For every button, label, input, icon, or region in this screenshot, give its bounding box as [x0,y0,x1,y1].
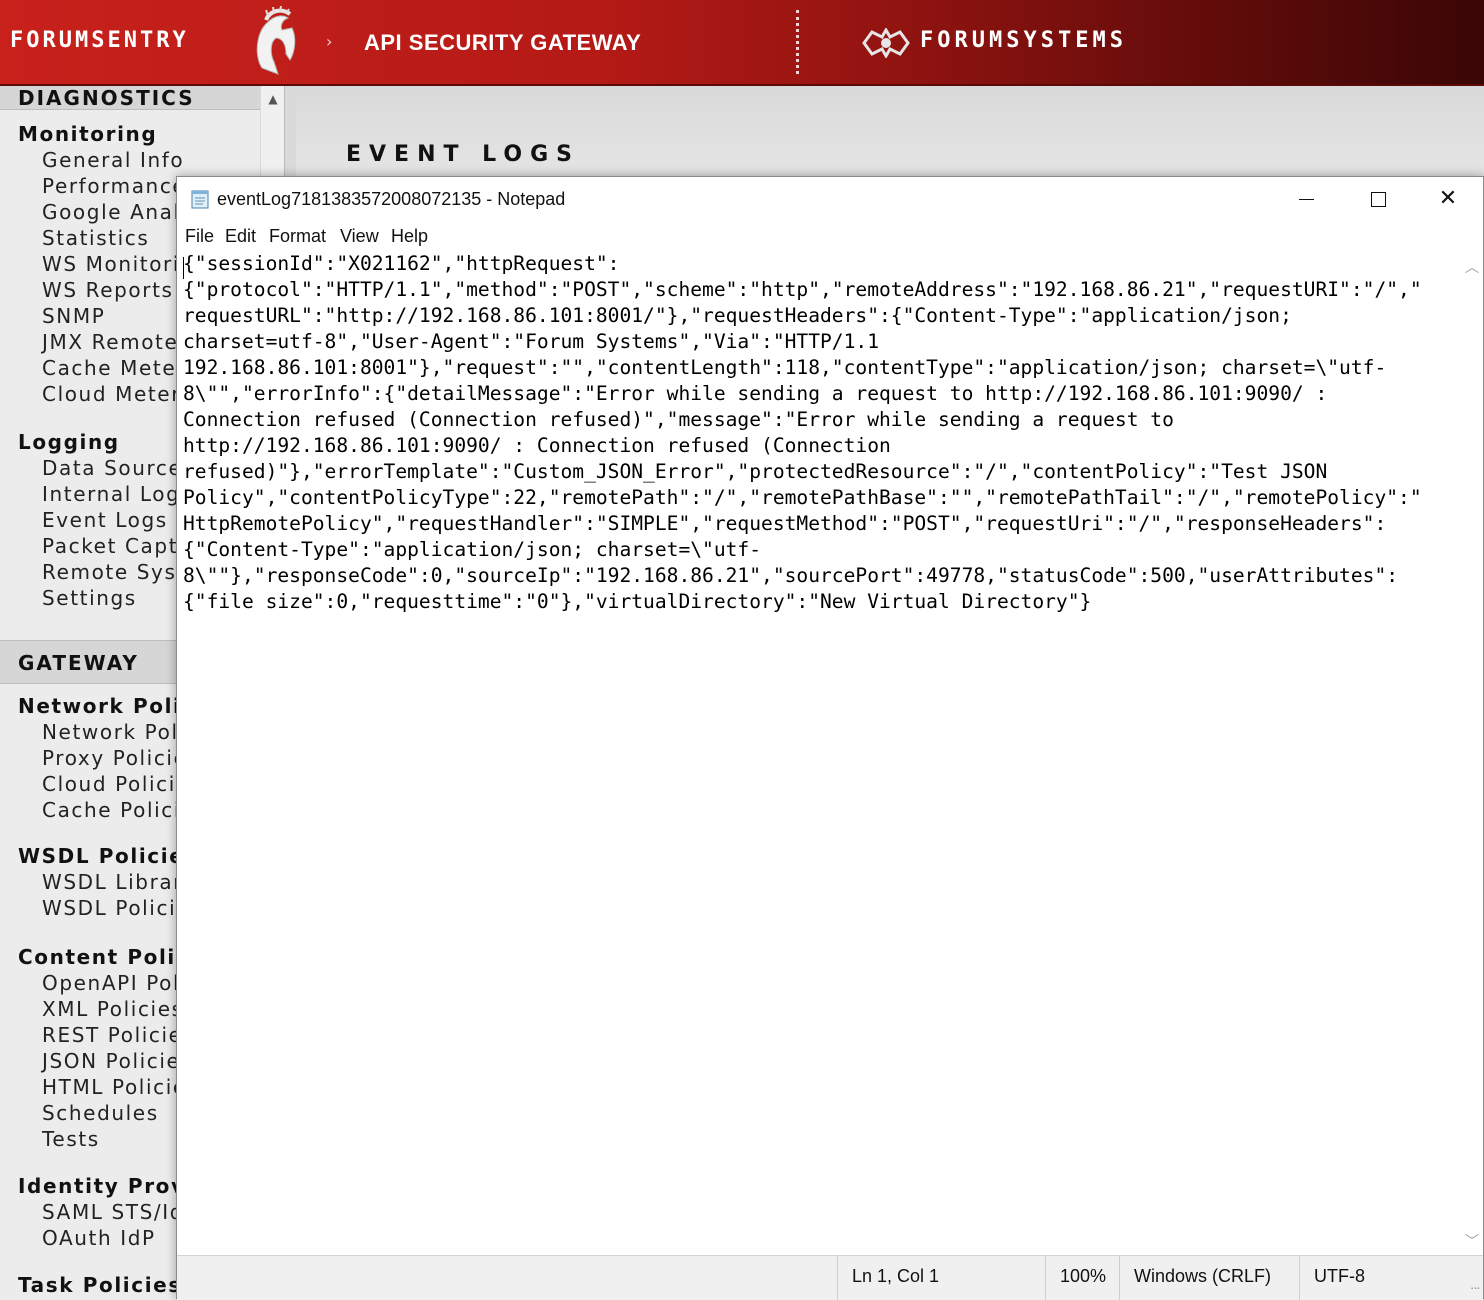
nav-item-general-info[interactable]: General Info [42,148,184,172]
forumsentry-logo-text: FORUMSENTRY [10,28,189,53]
nav-group-task-policies[interactable]: Task Policies [18,1273,182,1297]
scroll-up-chevron-icon[interactable]: ︿ [1461,257,1483,277]
nav-item-statistics[interactable]: Statistics [42,226,149,250]
nav-group-logging[interactable]: Logging [18,430,120,454]
nav-group-monitoring[interactable]: Monitoring [18,122,157,146]
nav-item-packet-capture[interactable]: Packet Captu [42,534,192,558]
maximize-icon [1371,192,1386,207]
text-line: {"sessionId":"X021162","httpRequest": [183,252,620,275]
section-header-diagnostics[interactable]: DIAGNOSTICS [0,86,260,110]
breadcrumb-arrow-icon: › [326,32,333,51]
text-line: 8\"","errorInfo":{"detailMessage":"Error… [183,382,1328,405]
text-line: refused)"},"errorTemplate":"Custom_JSON_… [183,460,1328,483]
nav-item-saml-sts-idp[interactable]: SAML STS/Id [42,1200,184,1224]
nav-item-openapi-policies[interactable]: OpenAPI Pol [42,971,180,995]
menu-help[interactable]: Help [391,226,428,247]
nav-item-cache-policies[interactable]: Cache Policie [42,798,195,822]
minimize-button[interactable] [1271,177,1341,221]
text-line: {"file size":0,"requesttime":"0"},"virtu… [183,590,1092,613]
nav-item-tests[interactable]: Tests [42,1127,100,1151]
status-cursor-position: Ln 1, Col 1 [837,1256,1047,1300]
text-line: charset=utf-8","User-Agent":"Forum Syste… [183,330,879,353]
app-header-banner: FORUMSENTRY › API SECURITY GATEWAY FORUM… [0,0,1484,86]
nav-item-network-policies[interactable]: Network Polic [42,720,198,744]
maximize-button[interactable] [1343,177,1413,221]
notepad-statusbar: Ln 1, Col 1 100% Windows (CRLF) UTF-8 ⠠⠤ [177,1255,1483,1300]
nav-item-internal-logs[interactable]: Internal Logs [42,482,192,506]
notepad-menubar: File Edit Format View Help [177,221,1483,249]
menu-format[interactable]: Format [269,226,326,247]
status-zoom: 100% [1045,1256,1125,1300]
menu-edit[interactable]: Edit [225,226,256,247]
text-line: HttpRemotePolicy","requestHandler":"SIMP… [183,512,1387,535]
nav-item-schedules[interactable]: Schedules [42,1101,159,1125]
close-icon: ✕ [1438,186,1458,211]
nav-group-content-policies[interactable]: Content Polici [18,945,198,969]
nav-item-xml-policies[interactable]: XML Policies [42,997,184,1021]
nav-item-ws-reports[interactable]: WS Reports [42,278,174,302]
page-title: EVENT LOGS [346,142,580,167]
nav-item-event-logs[interactable]: Event Logs [42,508,168,532]
nav-item-wsdl-policies[interactable]: WSDL Policie [42,896,190,920]
nav-item-ws-monitoring[interactable]: WS Monitorin [42,252,194,276]
text-line: 192.168.86.101:8001"},"request":"","cont… [183,356,1387,379]
nav-group-wsdl-policies[interactable]: WSDL Policies [18,844,198,868]
menu-view[interactable]: View [340,226,379,247]
nav-item-data-sources[interactable]: Data Sources [42,456,194,480]
text-line: http://192.168.86.101:9090/ : Connection… [183,434,891,457]
header-divider [796,10,799,74]
scroll-up-arrow-icon[interactable]: ▲ [261,92,285,108]
nav-item-json-policies[interactable]: JSON Policie [42,1049,180,1073]
nav-item-google-analytics[interactable]: Google Analy [42,200,194,224]
nav-item-logging-settings[interactable]: Settings [42,586,137,610]
menu-file[interactable]: File [185,226,214,247]
close-button[interactable]: ✕ [1413,177,1483,221]
text-line: Policy","contentPolicyType":22,"remotePa… [183,486,1422,509]
notepad-title: eventLog7181383572008072135 - Notepad [217,189,566,209]
forumsystems-logo-icon [862,28,910,58]
nav-item-jmx-remote[interactable]: JMX Remote [42,330,178,354]
nav-item-cloud-meter[interactable]: Cloud Meter [42,382,181,406]
nav-item-proxy-policies[interactable]: Proxy Policie [42,746,188,770]
nav-item-cloud-policies[interactable]: Cloud Policie [42,772,190,796]
nav-item-remote-syslog[interactable]: Remote Syslo [42,560,197,584]
nav-item-cache-meter[interactable]: Cache Meter [42,356,186,380]
minimize-icon [1299,199,1314,200]
text-line: {"Content-Type":"application/json; chars… [183,538,762,561]
nav-item-wsdl-libraries[interactable]: WSDL Librari [42,870,190,894]
resize-grip-icon[interactable]: ⠠⠤ [1467,1283,1481,1298]
status-encoding: UTF-8 [1299,1256,1459,1300]
forumsystems-logo-text: FORUMSYSTEMS [920,28,1127,53]
notepad-vertical-scrollbar[interactable]: ︿ ﹀ [1461,251,1483,1255]
nav-item-snmp[interactable]: SNMP [42,304,105,328]
text-caret [183,257,184,279]
helmet-logo-icon [256,6,296,75]
text-line: 8\""},"responseCode":0,"sourceIp":"192.1… [183,564,1399,587]
notepad-icon [191,190,209,209]
notepad-window[interactable]: eventLog7181383572008072135 - Notepad ✕ … [176,176,1484,1300]
notepad-titlebar[interactable]: eventLog7181383572008072135 - Notepad ✕ [177,177,1483,221]
notepad-text-area[interactable]: {"sessionId":"X021162","httpRequest": {"… [183,251,1449,1255]
scroll-down-chevron-icon[interactable]: ﹀ [1461,1231,1483,1251]
nav-item-rest-policies[interactable]: REST Policie [42,1023,183,1047]
text-line: requestURL":"http://192.168.86.101:8001/… [183,304,1292,327]
status-line-endings: Windows (CRLF) [1119,1256,1299,1300]
nav-item-performance[interactable]: Performance [42,174,186,198]
product-title: API SECURITY GATEWAY [364,30,642,55]
text-line: Connection refused (Connection refused)"… [183,408,1174,431]
nav-item-html-policies[interactable]: HTML Policie [42,1075,187,1099]
text-line: {"protocol":"HTTP/1.1","method":"POST","… [183,278,1422,301]
nav-item-oauth-idp[interactable]: OAuth IdP [42,1226,156,1250]
